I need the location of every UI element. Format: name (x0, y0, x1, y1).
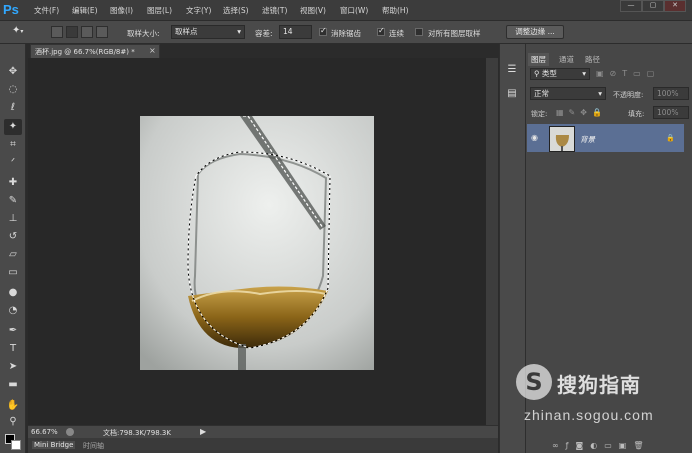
restore-button[interactable]: ▢ (642, 0, 664, 12)
menu-filter[interactable]: 滤镜(T) (262, 5, 287, 16)
contiguous-checkbox[interactable] (377, 26, 385, 36)
sample-size-select[interactable]: 取样点 ▾ (171, 25, 245, 39)
add-selection-mode-button[interactable] (66, 26, 78, 38)
tab-paths[interactable]: 路径 (582, 53, 603, 66)
search-icon: ⚲ (534, 69, 542, 78)
vertical-scrollbar[interactable] (486, 58, 498, 425)
subtract-selection-mode-button[interactable] (81, 26, 93, 38)
layers-panel-footer-icons[interactable]: ∞ƒ◙◐▭▣🗑 (552, 441, 686, 451)
watermark-text: 搜狗指南 (557, 373, 641, 397)
opacity-label: 不透明度: (613, 91, 644, 99)
crop-tool-icon[interactable]: ⌗ (4, 137, 22, 153)
blend-mode-select[interactable]: 正常 ▾ (530, 87, 606, 100)
layer-name[interactable]: 背景 (580, 134, 595, 145)
document-tab-title: 酒杯.jpg @ 66.7%(RGB/8#) * (35, 48, 135, 56)
move-tool-icon[interactable]: ✥ (4, 64, 22, 80)
layer-filter-select[interactable]: ⚲ 类型 ▾ (530, 68, 590, 80)
status-bar: 66.67% 文档:798.3K/798.3K ▶ (28, 425, 498, 439)
photoshop-logo: Ps (3, 2, 19, 17)
minimize-button[interactable]: — (620, 0, 642, 12)
fill-label: 填充: (628, 110, 645, 118)
lasso-tool-icon[interactable]: ℓ (4, 100, 22, 116)
layer-filter-icons[interactable]: ▣⊘T▭▢ (596, 69, 676, 79)
magic-wand-tool-icon[interactable]: ✦ (4, 119, 22, 135)
status-menu-arrow-icon[interactable]: ▶ (200, 427, 206, 436)
pen-tool-icon[interactable]: ✒ (4, 323, 22, 339)
dodge-tool-icon[interactable]: ◔ (4, 303, 22, 319)
layer-thumbnail (549, 126, 575, 152)
opacity-input[interactable]: 100% (653, 87, 689, 100)
tab-channels[interactable]: 通道 (556, 53, 577, 66)
menu-view[interactable]: 视图(V) (300, 5, 326, 16)
layer-filter-kind: 类型 (541, 69, 557, 78)
watermark-url: zhinan.sogou.com (524, 407, 654, 423)
tolerance-input[interactable]: 14 (279, 25, 312, 39)
eraser-tool-icon[interactable]: ▱ (4, 247, 22, 263)
menu-edit[interactable]: 编辑(E) (72, 5, 98, 16)
intersect-selection-mode-button[interactable] (96, 26, 108, 38)
contiguous-label: 连续 (389, 29, 404, 38)
menu-image[interactable]: 图像(I) (110, 5, 133, 16)
history-brush-tool-icon[interactable]: ↺ (4, 229, 22, 245)
type-tool-icon[interactable]: T (4, 341, 22, 357)
menu-type[interactable]: 文字(Y) (186, 5, 211, 16)
wine-glass-photo (140, 116, 374, 370)
fill-input[interactable]: 100% (653, 106, 689, 119)
chevron-down-icon: ▾ (237, 27, 241, 36)
hand-tool-icon[interactable]: ✋ (4, 398, 22, 414)
chevron-down-icon: ▾ (598, 89, 602, 98)
close-button[interactable]: ✕ (664, 0, 686, 12)
lock-icons[interactable]: ▦✎✥🔒 (556, 108, 616, 118)
tab-layers[interactable]: 图层 (528, 53, 549, 66)
layer-thumbnail-image (555, 135, 569, 151)
marquee-tool-icon[interactable]: ◌ (4, 82, 22, 98)
chevron-down-icon: ▾ (582, 69, 586, 78)
watermark-logo-letter: S (525, 368, 543, 396)
document-image[interactable] (140, 116, 374, 370)
background-color-swatch[interactable] (11, 440, 21, 450)
menu-file[interactable]: 文件(F) (34, 5, 59, 16)
tab-mini-bridge[interactable]: Mini Bridge (32, 441, 76, 449)
sample-all-layers-checkbox[interactable] (415, 28, 423, 36)
clone-stamp-tool-icon[interactable]: ⊥ (4, 211, 22, 227)
rectangle-tool-icon[interactable]: ▬ (4, 377, 22, 393)
tab-close-icon[interactable]: × (149, 46, 156, 55)
sample-all-layers-label: 对所有图层取样 (428, 29, 481, 38)
menu-select[interactable]: 选择(S) (223, 5, 249, 16)
path-selection-tool-icon[interactable]: ➤ (4, 359, 22, 375)
eye-icon[interactable]: ◉ (531, 133, 538, 142)
lock-icon: 🔒 (666, 134, 675, 142)
menu-layer[interactable]: 图层(L) (147, 5, 172, 16)
zoom-tool-icon[interactable]: ⚲ (4, 414, 22, 430)
status-info-icon[interactable] (66, 428, 74, 436)
properties-panel-icon[interactable]: ▤ (505, 88, 519, 102)
bottom-panel-tabs: Mini Bridge 时间轴 (28, 438, 498, 453)
menu-help[interactable]: 帮助(H) (382, 5, 409, 16)
menu-window[interactable]: 窗口(W) (340, 5, 368, 16)
history-panel-icon[interactable]: ☰ (505, 64, 519, 78)
antialias-checkbox[interactable] (319, 26, 327, 36)
healing-brush-tool-icon[interactable]: ✚ (4, 175, 22, 191)
magic-wand-preset-icon[interactable]: ✦▾ (12, 25, 36, 39)
eyedropper-tool-icon[interactable]: ᐟ (4, 155, 22, 171)
brush-tool-icon[interactable]: ✎ (4, 193, 22, 209)
document-size-info: 文档:798.3K/798.3K (103, 429, 171, 437)
sample-size-value: 取样点 (175, 27, 198, 36)
gradient-tool-icon[interactable]: ▭ (4, 265, 22, 281)
lock-label: 锁定: (531, 110, 548, 118)
refine-edge-button[interactable]: 调整边缘 ... (506, 25, 564, 39)
tolerance-label: 容差: (255, 29, 273, 38)
sample-size-label: 取样大小: (127, 29, 160, 38)
antialias-label: 消除锯齿 (331, 29, 361, 38)
blend-mode-value: 正常 (534, 89, 549, 98)
new-selection-mode-button[interactable] (51, 26, 63, 38)
blur-tool-icon[interactable]: ● (4, 285, 22, 301)
tab-timeline[interactable]: 时间轴 (83, 441, 104, 451)
zoom-level[interactable]: 66.67% (31, 428, 58, 436)
document-tab[interactable]: 酒杯.jpg @ 66.7%(RGB/8#) * × (30, 44, 160, 58)
